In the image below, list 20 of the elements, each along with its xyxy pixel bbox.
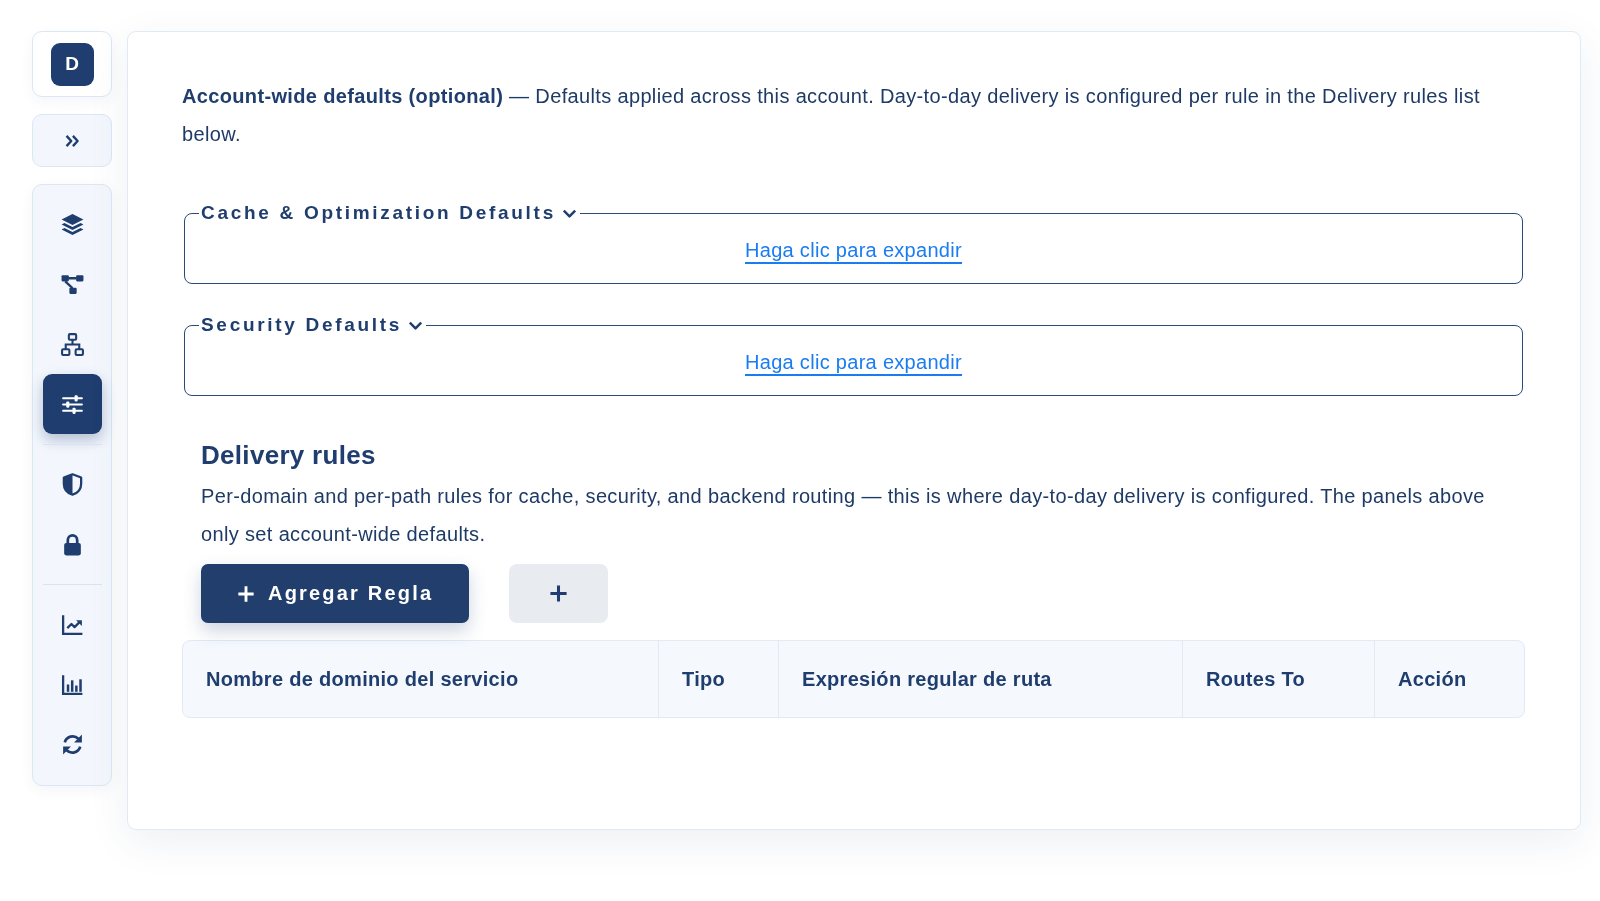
add-rule-button[interactable]: Agregar Regla	[201, 564, 470, 623]
double-chevron-icon	[63, 133, 81, 148]
section-toggle[interactable]: Security Defaults	[201, 314, 425, 336]
expand-link[interactable]: Haga clic para expandir	[745, 351, 962, 373]
section-heading: Delivery rules	[201, 440, 377, 470]
app-logo: D	[50, 42, 94, 86]
nav-item[interactable]	[42, 374, 102, 434]
expand-link[interactable]: Haga clic para expandir	[745, 239, 962, 261]
column-header: Expresión regular de ruta	[779, 641, 1183, 717]
section-toggle[interactable]: Cache & Optimization Defaults	[201, 202, 578, 224]
column-header: Nombre de dominio del servicio	[183, 641, 659, 717]
column-header: Tipo	[659, 641, 779, 717]
intro-text: Account-wide defaults (optional) — Defaults applied across this account. Day-to-day delivery is configured per rule in the Delivery rules list below.	[182, 84, 1481, 147]
plus-icon	[237, 584, 255, 603]
layers-icon	[59, 211, 85, 237]
column-header: Acción	[1397, 666, 1468, 692]
sitemap-icon	[59, 331, 85, 357]
section-description: Per-domain and per-path rules for cache, security, and backend routing — this is where day-to-day delivery is configured. The panels above only set account-wide defaults.	[201, 484, 1486, 547]
plus-icon	[549, 584, 569, 603]
column-header: Routes To	[1183, 641, 1375, 717]
